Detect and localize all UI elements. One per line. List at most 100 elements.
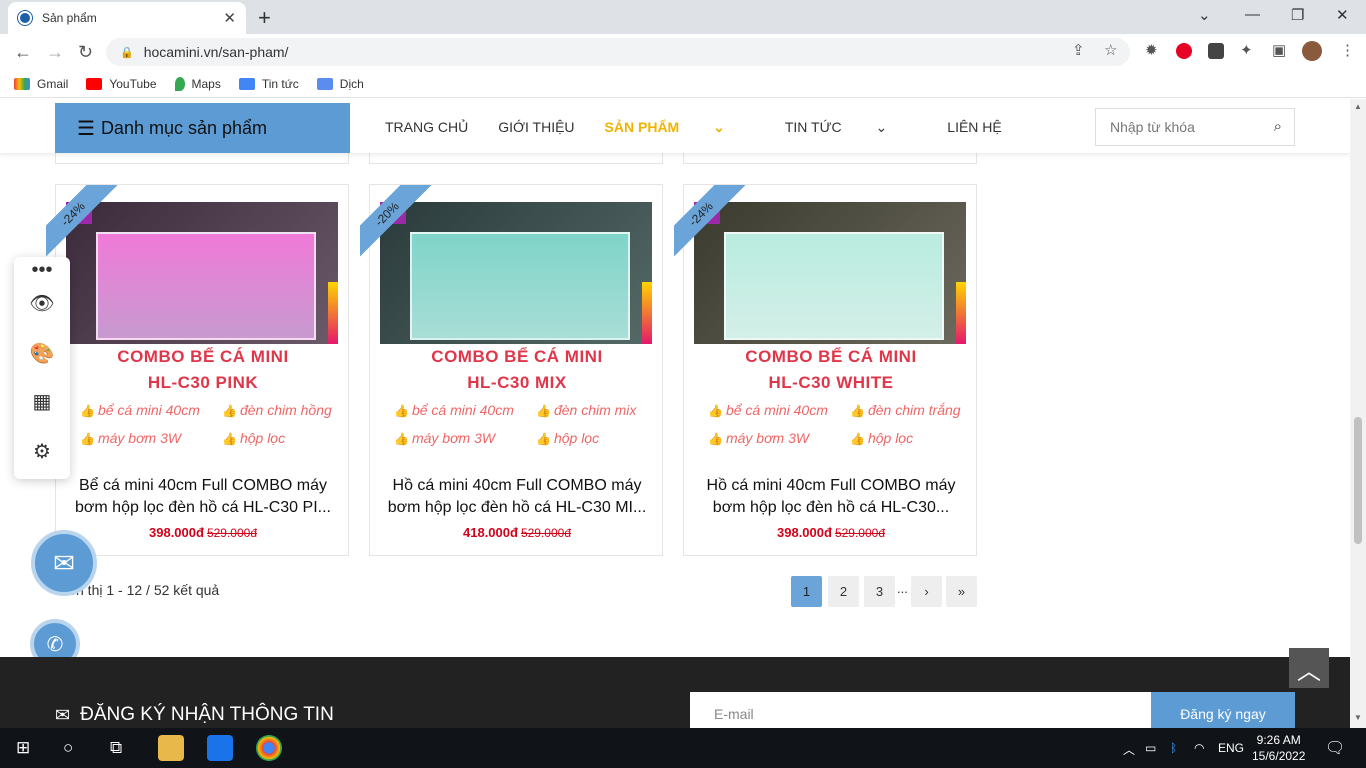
language-indicator[interactable]: ENG xyxy=(1218,741,1244,755)
puzzle-icon[interactable]: ✦ xyxy=(1240,41,1253,59)
feature-item: 👍 máy bơm 3W xyxy=(708,430,809,446)
thumbs-up-icon: 👍 xyxy=(536,432,551,446)
battery-icon[interactable]: ▭ xyxy=(1145,741,1156,755)
nav-products[interactable]: SẢN PHẨM ⌄ xyxy=(605,119,755,136)
tray-up-icon[interactable]: ︿ xyxy=(1123,741,1135,758)
messenger-button[interactable]: ✉ xyxy=(31,530,97,596)
prev-card-edge xyxy=(369,153,663,164)
scroll-to-top-button[interactable]: ︿ xyxy=(1289,648,1329,688)
category-menu-label: Danh mục sản phẩm xyxy=(100,117,268,138)
discount-badge: -20% xyxy=(360,185,434,259)
feature-item: 👍 bể cá mini 40cm xyxy=(394,402,514,418)
web-page: ☰ Danh mục sản phẩm TRANG CHỦ GIỚI THIỆU… xyxy=(0,99,1350,728)
mendeley-icon[interactable] xyxy=(1208,43,1224,59)
nav-news[interactable]: TIN TỨC ⌄ xyxy=(785,119,917,136)
thumbs-up-icon: 👍 xyxy=(222,432,237,446)
palette-icon[interactable]: 🎨 xyxy=(14,341,70,366)
extension-gear-icon[interactable]: ✹ xyxy=(1145,41,1158,59)
feature-text: hộp lọc xyxy=(867,430,914,446)
prev-card-edge xyxy=(55,153,349,164)
page-3-button[interactable]: 3 xyxy=(864,576,895,607)
feature-item: 👍 hộp lọc xyxy=(850,430,913,446)
more-icon[interactable]: ••• xyxy=(14,259,70,282)
search-input[interactable]: Nhập từ khóa ⌕ xyxy=(1095,108,1295,146)
notification-icon[interactable]: 🗨 xyxy=(1325,738,1345,758)
page-scrollbar[interactable]: ▲ ▼ xyxy=(1350,99,1366,728)
nav-home[interactable]: TRANG CHỦ xyxy=(385,119,468,136)
back-icon[interactable]: ← xyxy=(14,42,32,63)
next-page-button[interactable]: › xyxy=(911,576,942,607)
product-name-line: bơm hộp lọc đèn hồ cá HL-C30... xyxy=(712,499,950,516)
grid-icon[interactable]: ▦ xyxy=(14,389,70,414)
eye-icon[interactable]: 👁 xyxy=(14,291,70,316)
product-name[interactable]: Bể cá mini 40cm Full COMBO máy bơm hộp lọ… xyxy=(64,475,342,519)
page-1-button[interactable]: 1 xyxy=(791,576,822,607)
scrollbar-thumb[interactable] xyxy=(1354,417,1362,544)
forward-icon[interactable]: → xyxy=(46,42,64,63)
close-tab-icon[interactable]: ✕ xyxy=(223,9,236,27)
side-panel-icon[interactable]: ▣ xyxy=(1272,41,1286,59)
maps-icon xyxy=(174,76,185,91)
feature-text: hộp lọc xyxy=(239,430,286,446)
menu-icon[interactable]: ⋮ xyxy=(1340,41,1355,59)
product-card[interactable]: -24% COMBO BỂ CÁ MINI HL-C30 PINK 👍 bể cá… xyxy=(46,184,350,556)
windows-start-icon[interactable]: ⊞ xyxy=(16,738,30,758)
product-name[interactable]: Hồ cá mini 40cm Full COMBO máy bơm hộp lọ… xyxy=(692,475,970,519)
subscribe-button[interactable]: Đăng ký ngay xyxy=(1151,692,1295,728)
discount-badge: -24% xyxy=(46,185,120,259)
bookmark-news[interactable]: Tin tức xyxy=(238,77,299,91)
category-menu-button[interactable]: ☰ Danh mục sản phẩm xyxy=(55,103,350,153)
bookmark-star-icon[interactable]: ☆ xyxy=(1104,41,1117,59)
tab-san-pham[interactable]: Sản phẩm ✕ xyxy=(8,2,246,34)
search-icon[interactable]: ⌕ xyxy=(1274,118,1282,135)
bookmark-gmail[interactable]: Gmail xyxy=(14,77,68,91)
image-accent xyxy=(328,282,338,344)
page-2-button[interactable]: 2 xyxy=(828,576,859,607)
task-view-icon[interactable]: ⧉ xyxy=(110,738,122,758)
url-text: hocamini.vn/san-pham/ xyxy=(143,44,289,60)
nav-contact[interactable]: LIÊN HỆ xyxy=(947,119,1001,136)
nav-about[interactable]: GIỚI THIỆU xyxy=(498,119,574,136)
product-card[interactable]: -20% COMBO BỂ CÁ MINI HL-C30 MIX 👍 bể cá … xyxy=(360,184,663,556)
bluetooth-icon[interactable]: ᛒ xyxy=(1170,741,1177,755)
scroll-up-icon[interactable]: ▲ xyxy=(1354,102,1362,111)
new-tab-icon[interactable]: + xyxy=(258,5,271,31)
tab-search-icon[interactable]: ⌄ xyxy=(1198,6,1211,24)
product-card[interactable]: -24% COMBO BỂ CÁ MINI HL-C30 WHITE 👍 bể c… xyxy=(674,184,977,556)
youtube-icon xyxy=(86,77,103,90)
bookmark-translate[interactable]: Dịch xyxy=(316,77,364,91)
wifi-icon[interactable]: ◠ xyxy=(1194,741,1204,755)
last-page-button[interactable]: » xyxy=(946,576,977,607)
lock-icon[interactable]: 🔒 xyxy=(120,46,134,59)
clock[interactable]: 9:26 AM 15/6/2022 xyxy=(1252,732,1305,764)
feature-item: 👍 bể cá mini 40cm xyxy=(80,402,200,418)
avatar[interactable] xyxy=(1302,41,1322,61)
combo-model: HL-C30 WHITE xyxy=(768,373,894,392)
chrome-icon[interactable] xyxy=(256,735,282,761)
settings-gears-icon[interactable]: ⚙ xyxy=(14,439,70,464)
file-explorer-icon[interactable] xyxy=(158,735,184,761)
search-circle-icon[interactable]: ○ xyxy=(63,738,73,758)
zalo-icon[interactable] xyxy=(207,735,233,761)
price: 398.000đ 529.000đ xyxy=(56,525,350,540)
combo-title: COMBO BỂ CÁ MINI xyxy=(117,347,289,366)
chevron-up-icon: ︿ xyxy=(1297,657,1321,685)
reload-icon[interactable]: ↻ xyxy=(78,42,93,63)
bookmark-youtube[interactable]: YouTube xyxy=(86,77,157,91)
chevron-down-icon: ⌄ xyxy=(713,119,725,135)
email-field[interactable]: E-mail xyxy=(690,692,1151,728)
minimize-icon[interactable]: — xyxy=(1245,6,1260,23)
feature-text: đèn chim trắng xyxy=(867,402,961,418)
bookmark-maps[interactable]: Maps xyxy=(174,76,221,91)
close-window-icon[interactable]: ✕ xyxy=(1336,6,1349,24)
thumbs-up-icon: 👍 xyxy=(708,404,723,418)
nav-products-label: SẢN PHẨM xyxy=(604,119,680,135)
current-price: 398.000đ xyxy=(777,525,832,540)
address-bar[interactable]: 🔒 hocamini.vn/san-pham/ xyxy=(106,38,1130,66)
aquarium-image xyxy=(410,232,630,340)
scroll-down-icon[interactable]: ▼ xyxy=(1354,713,1362,722)
product-name[interactable]: Hồ cá mini 40cm Full COMBO máy bơm hộp lọ… xyxy=(378,475,656,519)
restore-icon[interactable]: ❐ xyxy=(1291,6,1304,24)
pinterest-icon[interactable] xyxy=(1176,43,1192,59)
share-icon[interactable]: ⇪ xyxy=(1072,41,1085,59)
